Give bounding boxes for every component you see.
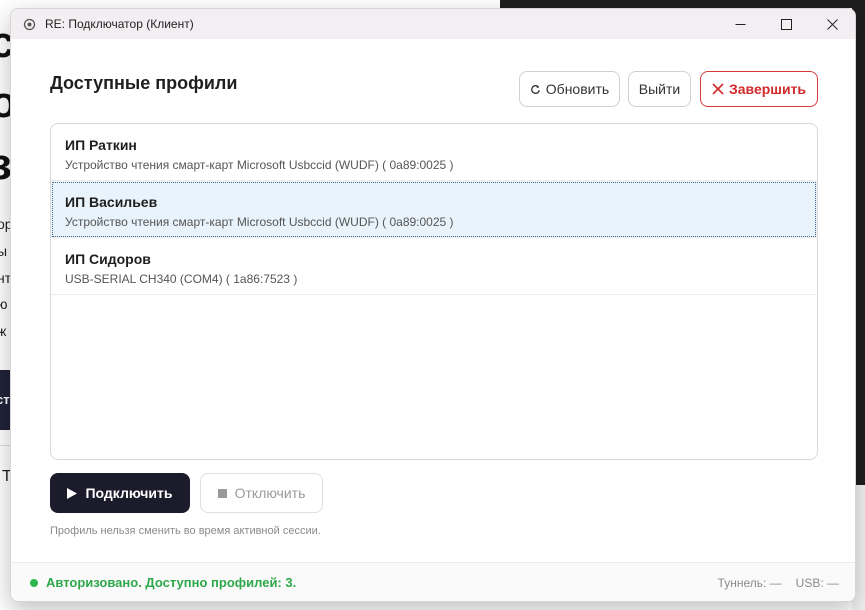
tunnel-status: Туннель: — xyxy=(717,576,782,590)
profile-device: Устройство чтения смарт-карт Microsoft U… xyxy=(65,158,454,172)
minimize-button[interactable] xyxy=(717,9,763,39)
profiles-list[interactable]: ИП Раткин Устройство чтения смарт-карт M… xyxy=(50,123,818,460)
maximize-button[interactable] xyxy=(763,9,809,39)
maximize-icon xyxy=(780,18,792,30)
play-icon xyxy=(67,487,78,499)
client-window: RE: Подключатор (Клиент) Доступные профи… xyxy=(10,8,856,602)
list-item-profile-selected[interactable]: ИП Васильев Устройство чтения смарт-карт… xyxy=(51,181,817,238)
status-bar: Авторизовано. Доступно профилей: 3. Тунн… xyxy=(11,562,855,601)
window-title: RE: Подключатор (Клиент) xyxy=(45,17,194,31)
app-icon xyxy=(21,16,37,32)
background-dark-strip xyxy=(500,0,865,8)
list-item-profile[interactable]: ИП Сидоров USB-SERIAL CH340 (COM4) ( 1a8… xyxy=(51,238,817,295)
connect-label: Подключить xyxy=(85,485,173,501)
session-hint: Профиль нельзя сменить во время активной… xyxy=(50,525,321,537)
finish-button[interactable]: Завершить xyxy=(700,71,818,107)
minimize-icon xyxy=(735,23,745,25)
background-text-fragment: ы xyxy=(0,243,8,259)
background-text-fragment: ж xyxy=(0,323,7,339)
close-icon xyxy=(826,18,838,30)
logout-label: Выйти xyxy=(638,81,681,97)
profile-device: USB-SERIAL CH340 (COM4) ( 1a86:7523 ) xyxy=(65,272,298,286)
profile-name: ИП Васильев xyxy=(65,194,158,210)
status-dot-icon xyxy=(30,579,38,587)
status-indicators: Туннель: — USB: — xyxy=(718,576,839,590)
close-x-icon xyxy=(712,83,724,95)
title-bar[interactable]: RE: Подключатор (Клиент) xyxy=(11,9,855,39)
profile-name: ИП Сидоров xyxy=(65,251,151,267)
refresh-icon xyxy=(530,84,541,95)
logout-button[interactable]: Выйти xyxy=(628,71,691,107)
disconnect-button[interactable]: Отключить xyxy=(200,473,323,513)
profile-name: ИП Раткин xyxy=(65,137,137,153)
close-window-button[interactable] xyxy=(809,9,855,39)
background-text-fragment: ю xyxy=(0,296,8,312)
page-title: Доступные профили xyxy=(50,73,238,93)
refresh-label: Обновить xyxy=(545,81,610,97)
refresh-button[interactable]: Обновить xyxy=(519,71,620,107)
connect-button[interactable]: Подключить xyxy=(50,473,190,513)
background-button-label: ст xyxy=(0,392,10,407)
status-text: Авторизовано. Доступно профилей: 3. xyxy=(46,575,297,590)
usb-status: USB: — xyxy=(795,576,839,590)
stop-icon xyxy=(217,488,227,498)
profile-device: Устройство чтения смарт-карт Microsoft U… xyxy=(65,215,454,229)
list-item-profile[interactable]: ИП Раткин Устройство чтения смарт-карт M… xyxy=(51,124,817,181)
disconnect-label: Отключить xyxy=(234,485,306,501)
window-controls xyxy=(717,9,855,39)
finish-label: Завершить xyxy=(728,81,807,97)
